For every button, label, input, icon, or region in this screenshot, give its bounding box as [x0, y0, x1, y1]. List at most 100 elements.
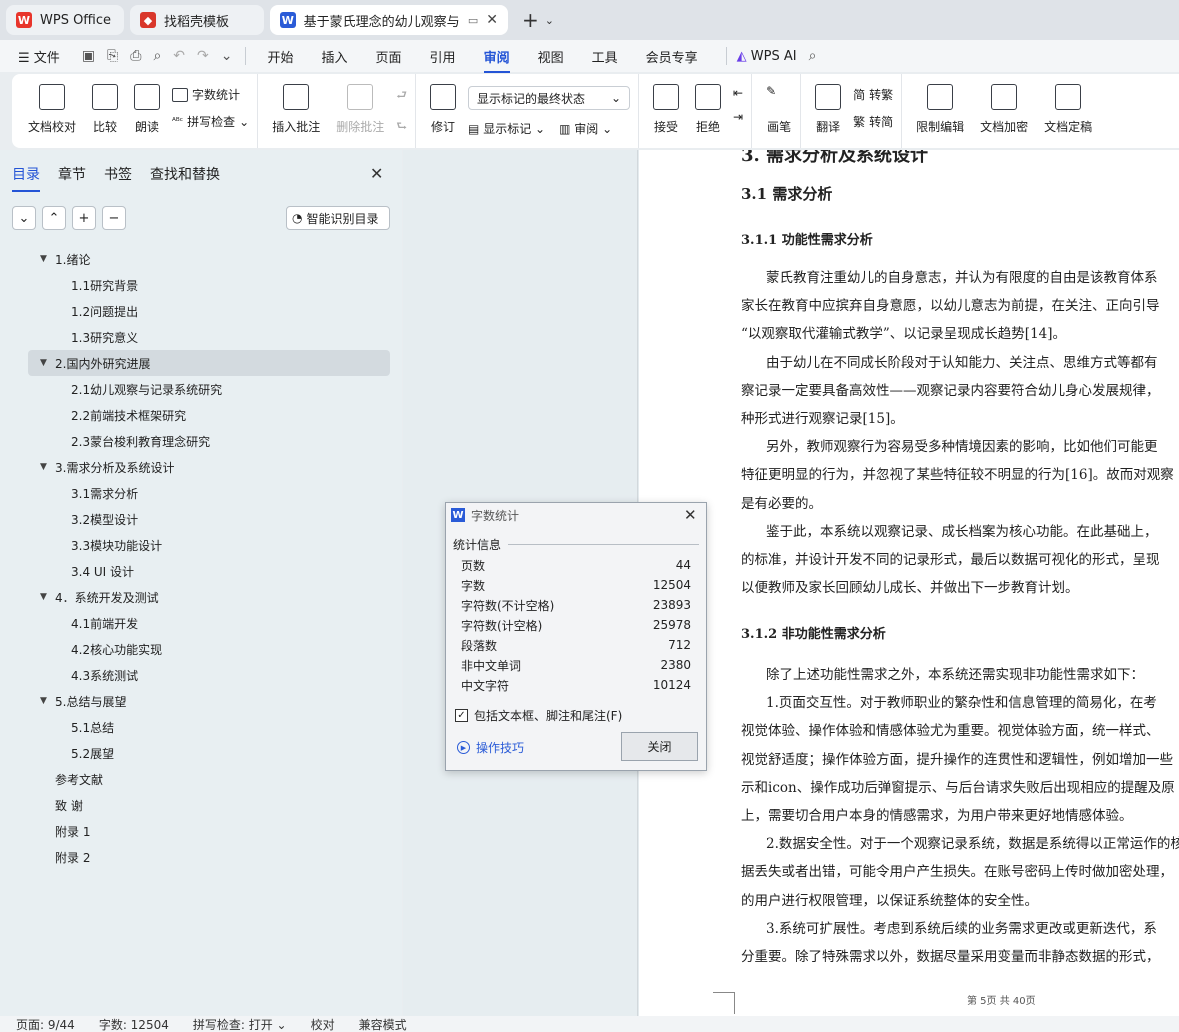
menu-review[interactable]: 审阅: [483, 47, 510, 73]
include-textbox-checkbox[interactable]: ✓ 包括文本框、脚注和尾注(F): [455, 707, 622, 724]
page-indicator[interactable]: 页面: 9/44: [16, 1016, 75, 1032]
more-icon[interactable]: ⌄: [221, 48, 233, 64]
close-icon[interactable]: ✕: [370, 164, 383, 183]
menu-home[interactable]: 开始: [268, 47, 294, 66]
remove-icon[interactable]: −: [102, 206, 126, 230]
tab-bookmarks[interactable]: 书签: [104, 164, 132, 184]
caret-down-icon[interactable]: ▼: [40, 462, 55, 472]
toc-item[interactable]: 致 谢: [28, 792, 390, 818]
next-comment-icon[interactable]: ⮑: [396, 117, 407, 138]
toc-item[interactable]: 5.2展望: [28, 740, 390, 766]
expand-icon[interactable]: ⌄: [12, 206, 36, 230]
toc-item[interactable]: 3.3模块功能设计: [28, 532, 390, 558]
compare-button[interactable]: 比较: [84, 84, 126, 135]
caret-down-icon[interactable]: ▼: [40, 592, 55, 602]
revise-button[interactable]: 修订: [422, 84, 464, 135]
toc-item[interactable]: ▼ 4．系统开发及测试: [28, 584, 390, 610]
toc-item[interactable]: 1.2问题提出: [28, 298, 390, 324]
word-count-button[interactable]: 字数统计: [172, 86, 249, 103]
toc-item[interactable]: ▼ 1.绪论: [28, 246, 390, 272]
print-preview-icon[interactable]: ⌕: [153, 48, 161, 64]
toc-item[interactable]: 参考文献: [28, 766, 390, 792]
document-page[interactable]: 3. 需求分析及系统设计 3.1 需求分析 3.1.1 功能性需求分析 蒙氏教育…: [639, 150, 1179, 1016]
close-icon[interactable]: ✕: [684, 506, 697, 524]
doc-final-button[interactable]: 文档定稿: [1036, 84, 1100, 135]
toc-item[interactable]: ▼ 3.需求分析及系统设计: [28, 454, 390, 480]
toc-item[interactable]: 5.1总结: [28, 714, 390, 740]
toc-item[interactable]: 4.1前端开发: [28, 610, 390, 636]
undo-icon[interactable]: ↶: [173, 48, 185, 64]
print-icon[interactable]: ⎙: [130, 48, 141, 64]
chevron-down-icon[interactable]: ⌄: [545, 14, 554, 27]
doc-encrypt-button[interactable]: 文档加密: [972, 84, 1036, 135]
smart-toc-button[interactable]: ◔ 智能识别目录: [286, 206, 390, 230]
toc-item[interactable]: 2.2前端技术框架研究: [28, 402, 390, 428]
redo-icon[interactable]: ↷: [197, 48, 209, 64]
export-icon[interactable]: ⎘: [107, 48, 118, 64]
word-count-indicator[interactable]: 字数: 12504: [99, 1016, 169, 1032]
next-change-icon[interactable]: ⇥: [733, 110, 743, 124]
toc-item[interactable]: ▼ 2.国内外研究进展: [28, 350, 390, 376]
toc-item[interactable]: ▼ 5.总结与展望: [28, 688, 390, 714]
menu-tools[interactable]: 工具: [592, 47, 618, 66]
delete-comment-button[interactable]: 删除批注: [328, 84, 392, 135]
read-aloud-button[interactable]: 朗读: [126, 84, 168, 135]
toc-item[interactable]: 附录 1: [28, 818, 390, 844]
to-simplified-button[interactable]: 繁转简: [853, 113, 893, 130]
doc-check-button[interactable]: 文档校对: [20, 84, 84, 135]
wps-ai-button[interactable]: ◭ WPS AI: [737, 49, 797, 64]
word-count-icon: [172, 87, 189, 102]
search-icon[interactable]: ⌕: [809, 48, 817, 64]
toc-item[interactable]: 1.3研究意义: [28, 324, 390, 350]
tab-document[interactable]: W 基于蒙氏理念的幼儿观察与记录 ▭ ✕: [270, 5, 508, 35]
prev-change-icon[interactable]: ⇤: [733, 86, 743, 100]
menu-insert[interactable]: 插入: [322, 47, 348, 66]
caret-down-icon[interactable]: ▼: [40, 358, 55, 368]
save-icon[interactable]: ▣: [82, 48, 95, 64]
toc-item-label: 3.1需求分析: [71, 486, 139, 501]
show-markup-button[interactable]: ▤ 显示标记 ⌄: [468, 120, 545, 137]
toc-item[interactable]: 3.2模型设计: [28, 506, 390, 532]
new-tab-icon[interactable]: +: [522, 8, 539, 32]
add-icon[interactable]: +: [72, 206, 96, 230]
toc-item[interactable]: 3.4 UI 设计: [28, 558, 390, 584]
restrict-edit-button[interactable]: 限制编辑: [908, 84, 972, 135]
toc-item[interactable]: 1.1研究背景: [28, 272, 390, 298]
tab-templates[interactable]: ◆ 找稻壳模板: [130, 5, 264, 35]
menu-references[interactable]: 引用: [430, 47, 456, 66]
tab-wps-office[interactable]: W WPS Office: [6, 5, 124, 35]
to-traditional-button[interactable]: 简转繁: [853, 86, 893, 103]
close-button[interactable]: 关闭: [621, 732, 698, 761]
collapse-icon[interactable]: ⌃: [42, 206, 66, 230]
insert-comment-button[interactable]: 插入批注: [264, 84, 328, 135]
tab-chapters[interactable]: 章节: [58, 164, 86, 184]
markup-state-dropdown[interactable]: 显示标记的最终状态 ⌄: [468, 86, 631, 110]
tab-toc[interactable]: 目录: [12, 164, 40, 192]
spell-check-indicator[interactable]: 拼写检查: 打开 ⌄: [193, 1016, 287, 1032]
review-pane-button[interactable]: ▥ 审阅 ⌄: [559, 120, 612, 137]
menu-member[interactable]: 会员专享: [646, 47, 698, 66]
reject-button[interactable]: 拒绝: [687, 84, 729, 135]
proof-indicator[interactable]: 校对: [311, 1016, 335, 1032]
translate-button[interactable]: 翻译: [807, 84, 849, 135]
toc-item[interactable]: 2.1幼儿观察与记录系统研究: [28, 376, 390, 402]
caret-down-icon[interactable]: ▼: [40, 696, 55, 706]
pen-button[interactable]: ✎ 画笔: [758, 84, 800, 135]
tips-link[interactable]: ▶ 操作技巧: [457, 739, 524, 756]
toc-item[interactable]: 3.1需求分析: [28, 480, 390, 506]
caret-down-icon[interactable]: ▼: [40, 254, 55, 264]
spell-check-button[interactable]: ᴬᴮᶜ 拼写检查 ⌄: [172, 113, 249, 130]
toc-item[interactable]: 附录 2: [28, 844, 390, 870]
close-icon[interactable]: ✕: [486, 12, 498, 28]
accept-button[interactable]: 接受: [645, 84, 687, 135]
tab-find-replace[interactable]: 查找和替换: [150, 164, 220, 184]
file-menu[interactable]: ☰ 文件: [18, 47, 60, 66]
menu-page[interactable]: 页面: [376, 47, 402, 66]
traditional-icon: 简: [853, 88, 866, 102]
prev-comment-icon[interactable]: ⮐: [396, 86, 407, 107]
paragraph-line: 视觉舒适度；操作体验方面，提升操作的连贯性和逻辑性，例如增加一些: [741, 751, 1173, 768]
toc-item[interactable]: 2.3蒙台梭利教育理念研究: [28, 428, 390, 454]
menu-view[interactable]: 视图: [538, 47, 564, 66]
toc-item[interactable]: 4.3系统测试: [28, 662, 390, 688]
toc-item[interactable]: 4.2核心功能实现: [28, 636, 390, 662]
